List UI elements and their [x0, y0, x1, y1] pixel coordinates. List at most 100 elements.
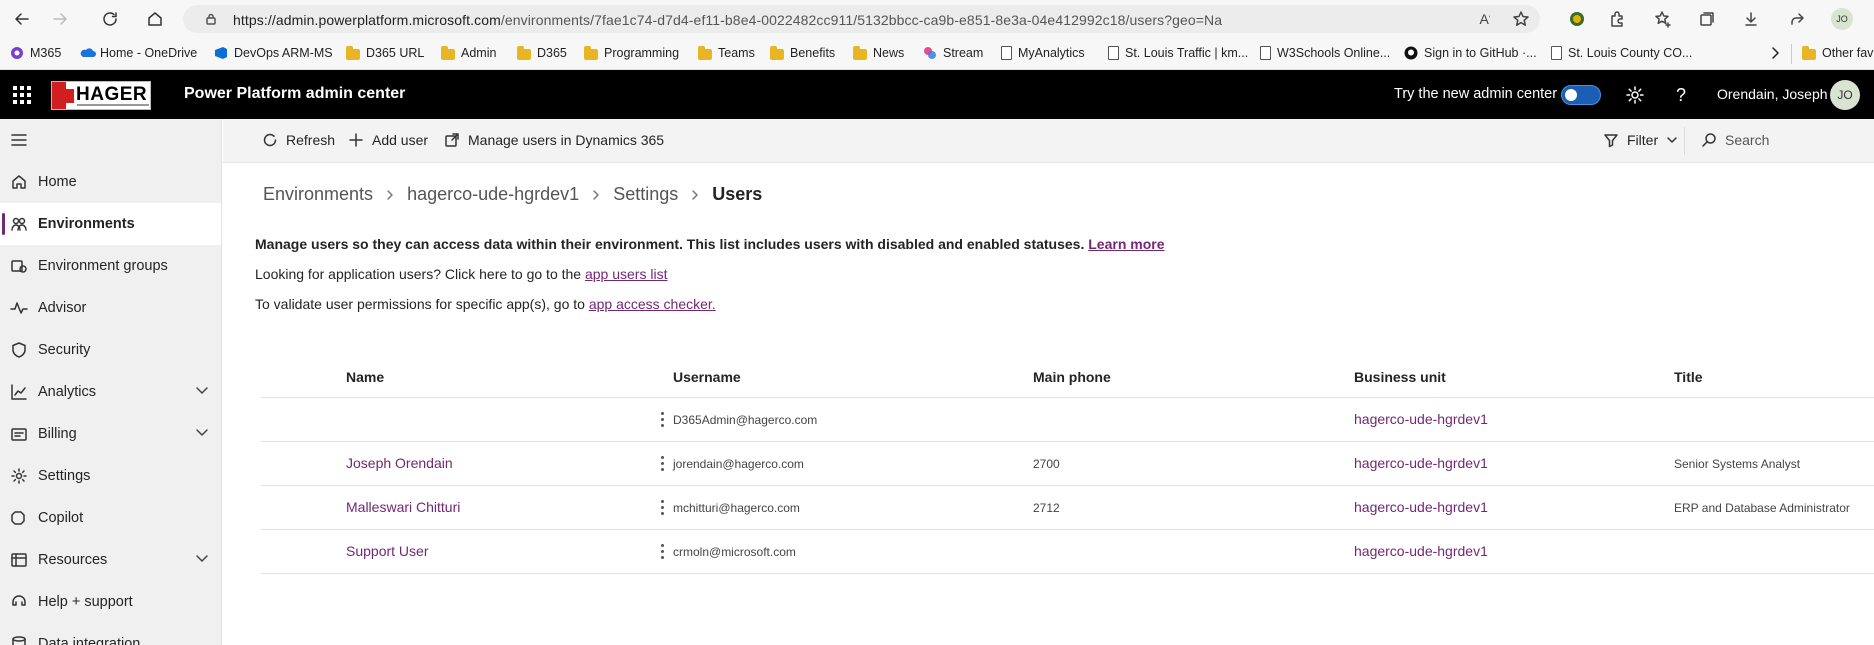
learn-more-link[interactable]: Learn more: [1088, 236, 1164, 252]
hamburger-menu-icon[interactable]: [10, 133, 28, 147]
breadcrumb-environment[interactable]: hagerco-ude-hgrdev1: [407, 184, 579, 205]
breadcrumb-environments[interactable]: Environments: [263, 184, 373, 205]
favorite-admin[interactable]: Admin: [441, 45, 496, 60]
user-name[interactable]: Orendain, Joseph: [1717, 86, 1828, 102]
help-support-icon: [10, 593, 28, 611]
extension-coin-icon[interactable]: [1566, 8, 1588, 30]
business-unit-link[interactable]: hagerco-ude-hgrdev1: [1354, 499, 1488, 515]
column-header-main-phone[interactable]: Main phone: [1033, 369, 1111, 385]
forward-arrow-icon[interactable]: [48, 7, 72, 31]
favorite-github[interactable]: Sign in to GitHub ·...: [1404, 46, 1537, 60]
refresh-button[interactable]: Refresh: [262, 132, 335, 148]
read-aloud-icon[interactable]: Aʼ: [1474, 8, 1496, 30]
favorites-icon[interactable]: [1652, 8, 1674, 30]
favorite-w3schools[interactable]: W3Schools Online...: [1260, 46, 1390, 60]
chevron-down-icon[interactable]: [195, 386, 209, 396]
favorite-stl-traffic[interactable]: St. Louis Traffic | km...: [1108, 46, 1248, 60]
table-row[interactable]: Support User crmoln@microsoft.com hagerc…: [261, 530, 1874, 574]
folder-icon: [853, 45, 867, 60]
favorite-myanalytics[interactable]: MyAnalytics: [1001, 46, 1085, 60]
column-header-business-unit[interactable]: Business unit: [1354, 369, 1446, 385]
username-cell: mchitturi@hagerco.com: [673, 501, 800, 515]
try-new-admin-center-label: Try the new admin center: [1394, 86, 1558, 102]
sidebar-item-settings[interactable]: Settings: [0, 455, 221, 497]
resources-icon: [10, 551, 28, 569]
business-unit-link[interactable]: hagerco-ude-hgrdev1: [1354, 543, 1488, 559]
sidebar-item-data-integration[interactable]: Data integration: [0, 623, 221, 645]
environments-icon: [10, 215, 28, 233]
app-access-checker-link[interactable]: app access checker.: [589, 296, 716, 312]
settings-gear-icon[interactable]: [1624, 84, 1646, 106]
app-launcher-waffle-icon[interactable]: [10, 83, 34, 107]
favorite-stl-county[interactable]: St. Louis County CO...: [1551, 46, 1692, 60]
favorite-devops[interactable]: DevOps ARM-MS: [214, 46, 333, 60]
filter-icon: [1603, 132, 1619, 148]
more-options-icon[interactable]: [654, 408, 670, 430]
column-header-username[interactable]: Username: [673, 369, 741, 385]
sidebar-item-help-support[interactable]: Help + support: [0, 581, 221, 623]
gear-icon: [10, 467, 28, 485]
manage-users-dynamics-button[interactable]: Manage users in Dynamics 365: [444, 132, 664, 148]
sidebar-item-resources[interactable]: Resources: [0, 539, 221, 581]
favorite-benefits[interactable]: Benefits: [770, 45, 835, 60]
favorite-m365[interactable]: M365: [10, 46, 61, 60]
table-row[interactable]: D365Admin@hagerco.com hagerco-ude-hgrdev…: [261, 398, 1874, 442]
more-options-icon[interactable]: [654, 496, 670, 518]
sidebar-item-home[interactable]: Home: [0, 161, 221, 203]
browser-profile-avatar[interactable]: JO: [1831, 8, 1853, 30]
user-name-link[interactable]: Malleswari Chitturi: [346, 499, 460, 515]
chevron-down-icon[interactable]: [195, 554, 209, 564]
favorite-d365-url[interactable]: D365 URL: [346, 45, 424, 60]
chevron-right-icon: [689, 189, 701, 201]
sidebar-item-advisor[interactable]: Advisor: [0, 287, 221, 329]
sidebar-item-billing[interactable]: Billing: [0, 413, 221, 455]
business-unit-link[interactable]: hagerco-ude-hgrdev1: [1354, 455, 1488, 471]
user-avatar[interactable]: JO: [1830, 80, 1860, 110]
favorites-overflow-chevron-icon[interactable]: [1770, 46, 1780, 60]
user-name-link[interactable]: Support User: [346, 543, 428, 559]
help-question-icon[interactable]: ?: [1670, 84, 1692, 106]
analytics-icon: [10, 383, 28, 401]
copilot-icon: [10, 509, 28, 527]
add-user-button[interactable]: Add user: [348, 132, 428, 148]
downloads-icon[interactable]: [1740, 8, 1762, 30]
table-row[interactable]: Malleswari Chitturi mchitturi@hagerco.co…: [261, 486, 1874, 530]
breadcrumb-settings[interactable]: Settings: [613, 184, 678, 205]
favorite-other[interactable]: Other fav: [1802, 45, 1873, 60]
chevron-down-icon[interactable]: [195, 428, 209, 438]
reload-icon[interactable]: [98, 7, 122, 31]
business-unit-link[interactable]: hagerco-ude-hgrdev1: [1354, 411, 1488, 427]
favorite-onedrive[interactable]: Home - OneDrive: [80, 46, 197, 60]
address-bar[interactable]: https://admin.powerplatform.microsoft.co…: [183, 5, 1540, 33]
sidebar-item-copilot[interactable]: Copilot: [0, 497, 221, 539]
more-options-icon[interactable]: [654, 452, 670, 474]
favorite-d365[interactable]: D365: [517, 45, 567, 60]
folder-icon: [517, 45, 531, 60]
sidebar-item-environment-groups[interactable]: Environment groups: [0, 245, 221, 287]
folder-icon: [1802, 45, 1816, 60]
favorite-star-icon[interactable]: [1510, 8, 1532, 30]
app-users-list-link[interactable]: app users list: [585, 266, 667, 282]
share-icon[interactable]: [1786, 8, 1808, 30]
sidebar-item-analytics[interactable]: Analytics: [0, 371, 221, 413]
favorite-programming[interactable]: Programming: [584, 45, 679, 60]
back-arrow-icon[interactable]: [10, 7, 34, 31]
sidebar-item-security[interactable]: Security: [0, 329, 221, 371]
table-row[interactable]: Joseph Orendain jorendain@hagerco.com 27…: [261, 442, 1874, 486]
home-browser-icon[interactable]: [143, 7, 167, 31]
users-table: Name Username Main phone Business unit T…: [261, 357, 1874, 574]
collections-icon[interactable]: [1696, 8, 1718, 30]
favorite-teams[interactable]: Teams: [698, 45, 755, 60]
sidebar-item-environments[interactable]: Environments: [0, 203, 221, 245]
new-admin-center-toggle[interactable]: [1561, 85, 1601, 105]
user-name-link[interactable]: Joseph Orendain: [346, 455, 453, 471]
filter-button[interactable]: Filter: [1603, 132, 1678, 148]
column-header-title[interactable]: Title: [1674, 369, 1703, 385]
info-manage-users: Manage users so they can access data wit…: [255, 236, 1165, 252]
favorite-stream[interactable]: Stream: [923, 46, 983, 60]
more-options-icon[interactable]: [654, 540, 670, 562]
column-header-name[interactable]: Name: [346, 369, 384, 385]
search-box[interactable]: Search: [1701, 132, 1769, 148]
favorite-news[interactable]: News: [853, 45, 904, 60]
extensions-puzzle-icon[interactable]: [1606, 8, 1628, 30]
